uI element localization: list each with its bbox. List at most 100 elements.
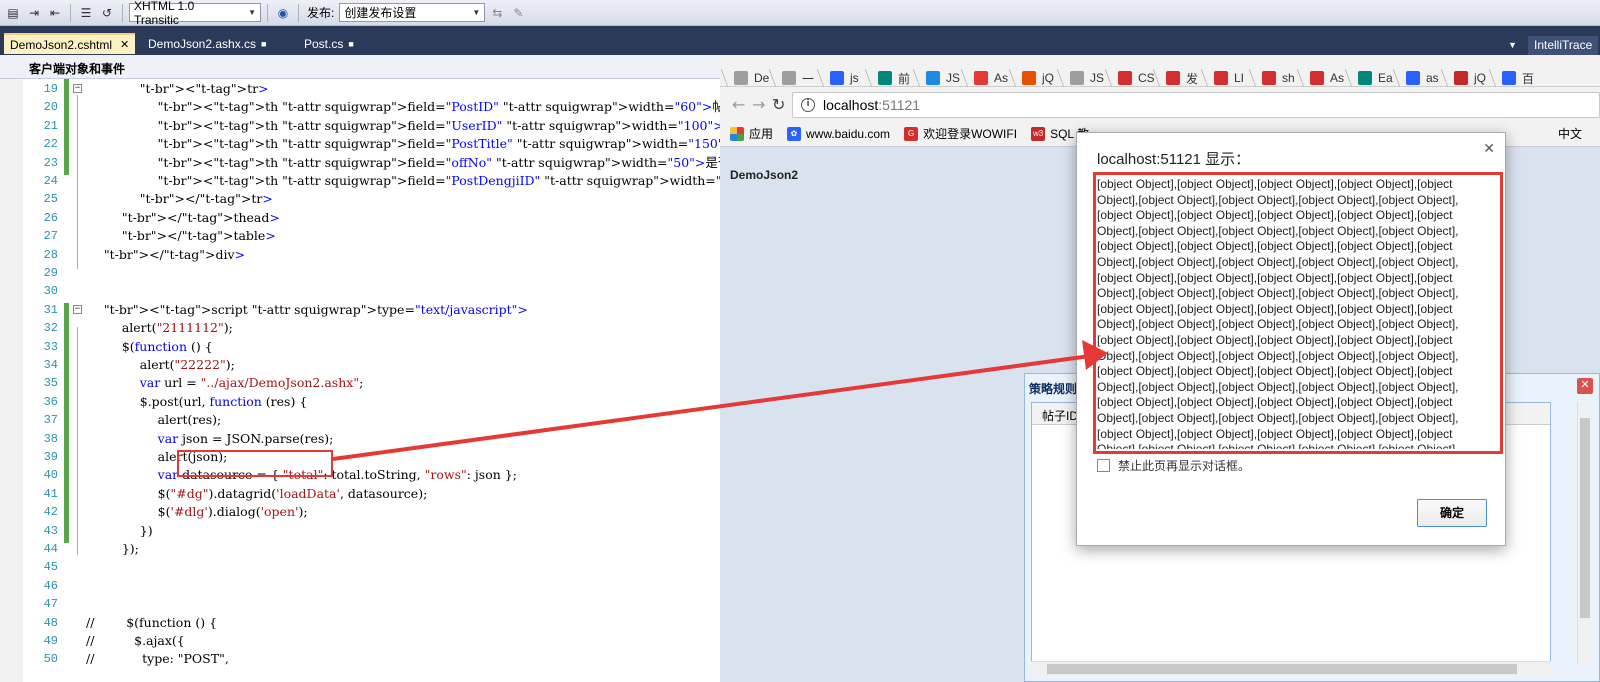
code-line[interactable]: 41 $("#dg").datagrid('loadData', datasour… bbox=[0, 486, 720, 502]
favicon-icon bbox=[1214, 71, 1228, 85]
code-line[interactable]: 36 $.post(url, function (res) { bbox=[0, 394, 720, 410]
collapse-icon[interactable]: − bbox=[73, 84, 82, 93]
code-line[interactable]: 20 "t-br"><"t-tag">th "t-attr squigwrap">… bbox=[0, 99, 720, 115]
code-line[interactable]: 35 var url = "../ajax/DemoJson2.ashx"; bbox=[0, 375, 720, 391]
code-line[interactable]: 19 − "t-br"><"t-tag">tr> bbox=[0, 81, 720, 97]
browser-tab[interactable]: js bbox=[830, 68, 859, 88]
browser-tab[interactable]: JS bbox=[926, 68, 960, 88]
browser-tab[interactable]: CS bbox=[1118, 68, 1155, 88]
suppress-dialogs-checkbox[interactable]: 禁止此页再显示对话框。 bbox=[1097, 457, 1250, 474]
browser-tab[interactable]: As bbox=[974, 68, 1008, 88]
browser-tab[interactable]: LI bbox=[1214, 68, 1244, 88]
browser-tab[interactable]: jQ bbox=[1022, 68, 1054, 88]
browser-tab[interactable]: Ea bbox=[1358, 68, 1393, 88]
code-line[interactable]: 47 bbox=[0, 596, 720, 612]
bookmark-apps[interactable]: 应用 bbox=[730, 125, 773, 142]
back-icon[interactable]: ← bbox=[732, 95, 745, 114]
code-text: "t-br"></"t-tag">thead> bbox=[121, 209, 280, 225]
code-text: $('#dlg').dialog('open'); bbox=[157, 504, 308, 520]
line-number: 22 bbox=[43, 137, 58, 152]
publish-icon[interactable]: ⇆ bbox=[488, 4, 506, 22]
editor-navigation-bar[interactable]: 客户端对象和事件 bbox=[0, 55, 720, 79]
code-line[interactable]: 23 "t-br"><"t-tag">th "t-attr squigwrap">… bbox=[0, 155, 720, 171]
bookmark-wowifi[interactable]: G 欢迎登录WOWIFI bbox=[904, 125, 1017, 142]
tab-demojson2-cshtml[interactable]: DemoJson2.cshtml ✕ bbox=[4, 33, 136, 54]
lock-icon: ■ bbox=[348, 38, 354, 49]
browser-select-icon[interactable]: ◉ bbox=[274, 4, 292, 22]
browser-tab[interactable]: De bbox=[734, 68, 769, 88]
code-line[interactable]: 46 bbox=[0, 578, 720, 594]
code-line[interactable]: 42 $('#dlg').dialog('open'); bbox=[0, 504, 720, 520]
intellitrace-tab[interactable]: IntelliTrace bbox=[1528, 36, 1599, 55]
browser-tab[interactable]: 百 bbox=[1502, 68, 1534, 88]
code-line[interactable]: 34 alert("22222"); bbox=[0, 357, 720, 373]
info-icon[interactable]: i bbox=[801, 98, 815, 112]
close-icon[interactable]: ✕ bbox=[1483, 141, 1495, 157]
code-line[interactable]: 33 $(function () { bbox=[0, 339, 720, 355]
collapse-icon[interactable]: − bbox=[73, 304, 82, 314]
indent-icon[interactable]: ⇥ bbox=[25, 4, 43, 22]
browser-tab-label: sh bbox=[1282, 71, 1295, 85]
code-line[interactable]: 49 // $.ajax({ bbox=[0, 633, 720, 649]
close-icon[interactable]: ✕ bbox=[120, 38, 129, 51]
code-line[interactable]: 28 "t-br"></"t-tag">div> bbox=[0, 247, 720, 263]
code-line[interactable]: 22 "t-br"><"t-tag">th "t-attr squigwrap">… bbox=[0, 136, 720, 152]
favicon-icon bbox=[1310, 71, 1324, 85]
bookmark-zhongwen[interactable]: 中文 bbox=[1558, 125, 1582, 142]
browser-tab-label: Ea bbox=[1378, 71, 1393, 85]
browser-tab[interactable]: 前 bbox=[878, 68, 910, 88]
tab-post-cs[interactable]: Post.cs ■ bbox=[298, 33, 360, 54]
vertical-scrollbar[interactable] bbox=[1577, 402, 1591, 664]
code-editor[interactable]: 19 − "t-br"><"t-tag">tr> 20 "t-br"><"t-tag">… bbox=[0, 79, 720, 682]
code-line[interactable]: 21 "t-br"><"t-tag">th "t-attr squigwrap">… bbox=[0, 118, 720, 134]
bookmark-baidu[interactable]: ✿ www.baidu.com bbox=[787, 126, 890, 141]
code-line[interactable]: 43}) bbox=[0, 523, 720, 539]
browser-tab[interactable]: as bbox=[1406, 68, 1439, 88]
line-number: 34 bbox=[43, 358, 58, 372]
uncomment-icon[interactable]: ↺ bbox=[98, 4, 116, 22]
code-line[interactable]: 30 bbox=[0, 283, 720, 299]
toolbar-separator bbox=[267, 3, 268, 22]
comment-icon[interactable]: ☰ bbox=[77, 4, 95, 22]
code-line[interactable]: 31 − "t-br"><"t-tag">script "t-attr squigw… bbox=[0, 302, 720, 318]
browser-tab[interactable]: JS bbox=[1070, 68, 1104, 88]
code-line[interactable]: 39 alert(json); bbox=[0, 449, 720, 465]
code-line[interactable]: 45 bbox=[0, 559, 720, 575]
line-number: 20 bbox=[43, 100, 58, 115]
code-line[interactable]: 48 // $(function () { bbox=[0, 615, 720, 631]
code-line[interactable]: 29 bbox=[0, 265, 720, 281]
code-line[interactable]: 50 // type: "POST", bbox=[0, 651, 720, 667]
scroll-thumb[interactable] bbox=[1580, 418, 1590, 618]
publish-setting-select[interactable]: 创建发布设置 ▼ bbox=[339, 3, 486, 22]
code-line[interactable]: 44}); bbox=[0, 541, 720, 557]
code-line[interactable]: 25 "t-br"></"t-tag">tr> bbox=[0, 191, 720, 207]
code-line[interactable]: 26 "t-br"></"t-tag">thead> bbox=[0, 210, 720, 226]
scroll-thumb[interactable] bbox=[1047, 664, 1517, 674]
doctype-select[interactable]: XHTML 1.0 Transitic ▼ bbox=[129, 0, 261, 27]
checkbox-icon[interactable] bbox=[1097, 459, 1110, 472]
outdent-icon[interactable]: ⇤ bbox=[46, 4, 64, 22]
forward-icon[interactable]: → bbox=[752, 95, 765, 114]
code-line[interactable]: 27 "t-br"></"t-tag">table> bbox=[0, 228, 720, 244]
browser-tab[interactable]: 发 bbox=[1166, 68, 1198, 88]
address-bar[interactable]: i localhost:51121 bbox=[792, 92, 1600, 118]
code-text: alert("22222"); bbox=[139, 357, 235, 372]
browser-tab[interactable]: jQ bbox=[1454, 68, 1486, 88]
browser-tab[interactable]: 一 bbox=[782, 68, 814, 88]
code-line[interactable]: 40 var datasource = { "total": total.toSt… bbox=[0, 467, 720, 483]
format-document-icon[interactable]: ▤ bbox=[4, 4, 22, 22]
browser-tab[interactable]: As bbox=[1310, 68, 1344, 88]
code-line[interactable]: 32 alert("2111112"); bbox=[0, 320, 720, 336]
code-line[interactable]: 38 var json = JSON.parse(res); bbox=[0, 431, 720, 447]
line-number: 24 bbox=[43, 174, 58, 188]
close-icon[interactable]: ✕ bbox=[1577, 378, 1593, 394]
publish-settings-icon[interactable]: ✎ bbox=[509, 4, 527, 22]
horizontal-scrollbar[interactable] bbox=[1031, 661, 1551, 675]
code-line[interactable]: 37 alert(res); bbox=[0, 412, 720, 428]
ok-button[interactable]: 确定 bbox=[1417, 499, 1487, 527]
reload-icon[interactable]: ↻ bbox=[772, 95, 785, 114]
browser-tab[interactable]: sh bbox=[1262, 68, 1295, 88]
code-line[interactable]: 24 "t-br"><"t-tag">th "t-attr squigwrap">… bbox=[0, 173, 720, 189]
tab-dropdown-icon[interactable]: ▼ bbox=[1508, 40, 1517, 50]
tab-demojson2-ashx-cs[interactable]: DemoJson2.ashx.cs ■ bbox=[142, 33, 272, 54]
